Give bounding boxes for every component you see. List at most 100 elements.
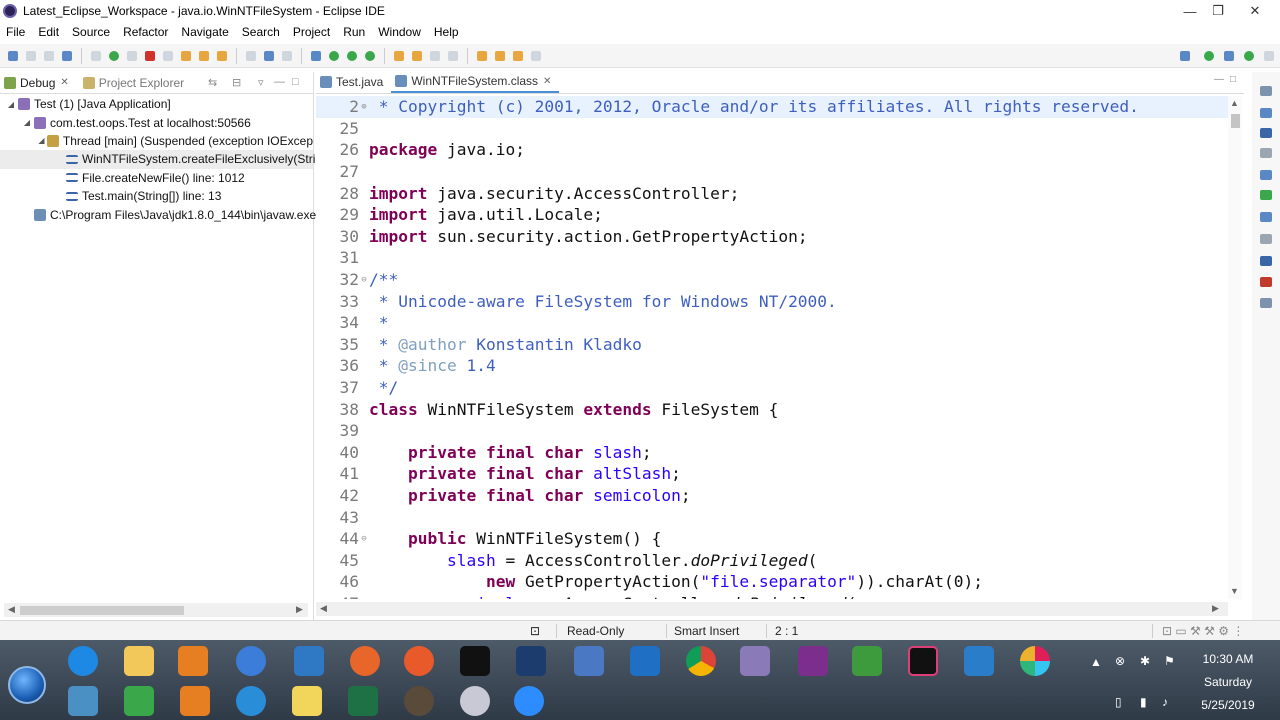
skip-breakpoints-icon[interactable]: [91, 50, 101, 61]
internet-explorer-icon[interactable]: [68, 646, 98, 676]
flag-icon[interactable]: ⚑: [1164, 654, 1175, 668]
sticky-notes-icon[interactable]: [292, 686, 322, 716]
print-icon[interactable]: [62, 50, 72, 61]
editor-vertical-scrollbar[interactable]: ▲ ▼: [1228, 96, 1242, 599]
tree-item-vm[interactable]: ◢ com.test.oops.Test at localhost:50566: [0, 113, 313, 131]
maximize-button[interactable]: ❐: [1204, 0, 1232, 22]
javadoc-icon[interactable]: [1260, 234, 1272, 244]
slack-icon[interactable]: [1020, 646, 1050, 676]
forward-icon[interactable]: [531, 50, 541, 61]
scroll-right-icon[interactable]: ▶: [296, 604, 303, 615]
code-line[interactable]: 46 new GetPropertyAction("file.separator…: [316, 571, 1228, 593]
snipping-tool-icon[interactable]: [460, 686, 490, 716]
previous-annotation-icon[interactable]: [495, 50, 505, 61]
fold-icon[interactable]: ⊖: [359, 275, 369, 285]
code-line[interactable]: 34 *: [316, 312, 1228, 334]
android-studio-icon[interactable]: [124, 686, 154, 716]
minimize-button[interactable]: —: [1176, 0, 1204, 22]
code-line[interactable]: 44 ⊖ public WinNTFileSystem() {: [316, 528, 1228, 550]
tree-item-stack-frame[interactable]: WinNTFileSystem.createFileExclusively(St…: [0, 150, 315, 169]
tab-debug[interactable]: Debug ✕: [4, 76, 69, 90]
teamviewer-icon[interactable]: [236, 686, 266, 716]
java-perspective-icon[interactable]: [1204, 51, 1214, 61]
network-icon[interactable]: [236, 646, 266, 676]
code-line[interactable]: 31: [316, 247, 1228, 269]
menu-refactor[interactable]: Refactor: [123, 25, 168, 39]
eclipse-taskbar-icon[interactable]: [740, 646, 770, 676]
terminate-icon[interactable]: [145, 50, 155, 61]
search-icon[interactable]: [430, 50, 440, 61]
code-line[interactable]: 33 * Unicode-aware FileSystem for Window…: [316, 290, 1228, 312]
expand-icon[interactable]: ◢: [22, 118, 32, 127]
tab-test-java[interactable]: Test.java: [316, 71, 391, 93]
save-all-icon[interactable]: [44, 50, 54, 61]
code-line[interactable]: 38 class WinNTFileSystem extends FileSyst…: [316, 398, 1228, 420]
external-tools-icon[interactable]: [365, 50, 375, 61]
fold-icon[interactable]: ⊕: [359, 102, 369, 112]
outline-icon[interactable]: [1260, 170, 1272, 180]
volume-icon[interactable]: ♪: [1162, 695, 1168, 709]
media-player-icon[interactable]: [178, 646, 208, 676]
tree-item-thread[interactable]: ◢ Thread [main] (Suspended (exception IO…: [0, 132, 313, 150]
maximize-view-icon[interactable]: □: [292, 76, 299, 88]
scrollbar-thumb[interactable]: [1231, 114, 1240, 128]
close-icon[interactable]: ✕: [543, 76, 551, 87]
excel-icon[interactable]: [348, 686, 378, 716]
close-icon[interactable]: ✕: [60, 77, 68, 88]
menu-window[interactable]: Window: [378, 25, 421, 39]
control-panel-icon[interactable]: [68, 686, 98, 716]
coverage-icon[interactable]: [347, 50, 357, 61]
git-perspective-icon[interactable]: [1224, 51, 1234, 61]
progress-icon[interactable]: [1260, 298, 1272, 308]
java-ee-perspective-icon[interactable]: [1264, 51, 1274, 61]
outlook-icon[interactable]: [630, 646, 660, 676]
code-line[interactable]: 42 private final char semicolon;: [316, 485, 1228, 507]
clock-time[interactable]: 10:30 AM: [1196, 652, 1260, 666]
bluetooth-icon[interactable]: ✱: [1140, 654, 1150, 668]
status-trim-icons[interactable]: ⊡ ▭ ⚒ ⚒ ⚙ ⋮: [1162, 624, 1244, 638]
restore-icon[interactable]: [1260, 86, 1272, 96]
breakpoints-icon[interactable]: [1260, 128, 1272, 138]
network-tray-icon[interactable]: ⊗: [1115, 654, 1125, 668]
sublime-text-icon[interactable]: [180, 686, 210, 716]
open-type-icon[interactable]: [394, 50, 404, 61]
scrollbar-thumb[interactable]: [20, 606, 184, 615]
view-dropdown-icon[interactable]: ▿: [258, 76, 264, 89]
tree-item-stack-frame[interactable]: File.createNewFile() line: 1012: [0, 169, 313, 187]
annotation-icon[interactable]: [448, 50, 458, 61]
toggle-mark-icon[interactable]: [282, 50, 292, 61]
resume-icon[interactable]: [109, 50, 119, 61]
show-hidden-icons-icon[interactable]: ▲: [1090, 655, 1102, 669]
suspend-icon[interactable]: [127, 50, 137, 61]
network-connections-icon[interactable]: [574, 646, 604, 676]
clock-day[interactable]: Saturday: [1196, 675, 1260, 689]
code-line[interactable]: 30 import sun.security.action.GetProperty…: [316, 226, 1228, 248]
firefox-icon[interactable]: [350, 646, 380, 676]
code-line[interactable]: 28 import java.security.AccessController;: [316, 182, 1228, 204]
app-icon[interactable]: [404, 686, 434, 716]
maximize-editor-icon[interactable]: □: [1230, 74, 1236, 85]
step-over-icon[interactable]: [199, 50, 209, 61]
open-perspective-icon[interactable]: [1180, 51, 1190, 61]
tree-item-process[interactable]: C:\Program Files\Java\jdk1.8.0_144\bin\j…: [0, 205, 316, 223]
fold-icon[interactable]: ⊖: [359, 534, 369, 544]
scroll-left-icon[interactable]: ◀: [320, 603, 327, 614]
code-line[interactable]: 39: [316, 420, 1228, 442]
postman-icon[interactable]: [404, 646, 434, 676]
tasks-icon[interactable]: [1260, 190, 1272, 200]
menu-source[interactable]: Source: [72, 25, 110, 39]
code-line[interactable]: 26 package java.io;: [316, 139, 1228, 161]
tree-item-stack-frame[interactable]: Test.main(String[]) line: 13: [0, 187, 313, 205]
scroll-right-icon[interactable]: ▶: [1212, 603, 1219, 614]
scroll-up-icon[interactable]: ▲: [1230, 98, 1239, 108]
remote-desktop-icon[interactable]: [294, 646, 324, 676]
debug-icon[interactable]: [311, 50, 321, 61]
minimize-editor-icon[interactable]: —: [1214, 74, 1224, 85]
zoom-icon[interactable]: [514, 686, 544, 716]
scroll-left-icon[interactable]: ◀: [8, 604, 15, 615]
problems-icon[interactable]: [1260, 212, 1272, 222]
expressions-icon[interactable]: [1260, 148, 1272, 158]
variables-icon[interactable]: [1260, 108, 1272, 118]
close-button[interactable]: ✕: [1234, 0, 1276, 22]
code-line[interactable]: 43: [316, 506, 1228, 528]
